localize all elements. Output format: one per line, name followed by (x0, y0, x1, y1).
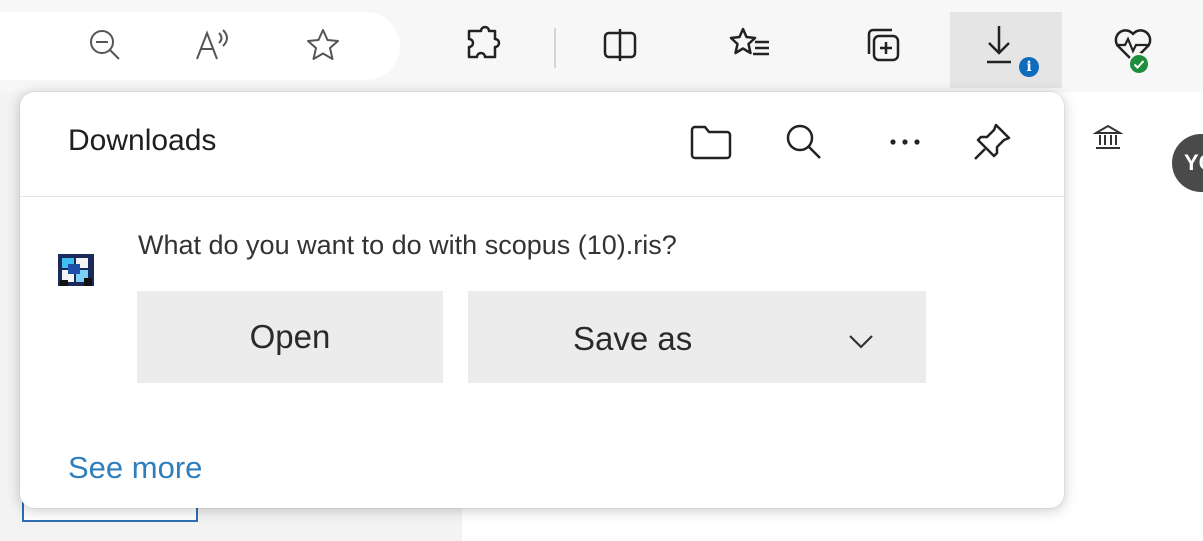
pin-downloads-button[interactable] (964, 114, 1020, 170)
more-options-button[interactable] (877, 114, 933, 170)
zoom-out-icon[interactable] (80, 20, 130, 70)
institution-icon[interactable] (1092, 122, 1124, 157)
downloads-panel-header: Downloads (20, 92, 1064, 197)
search-downloads-button[interactable] (776, 114, 832, 170)
toolbar-separator (554, 28, 556, 68)
avatar[interactable]: YC (1172, 134, 1203, 192)
see-more-link[interactable]: See more (68, 450, 202, 486)
open-folder-button[interactable] (683, 114, 739, 170)
more-icon (890, 139, 920, 145)
chevron-down-icon[interactable] (846, 323, 876, 361)
favorites-icon[interactable] (725, 20, 775, 70)
downloads-panel: Downloads What do you want to do with sc… (20, 92, 1064, 508)
browser-toolbar: i (0, 0, 1203, 92)
search-icon (786, 124, 821, 159)
folder-icon (690, 125, 732, 160)
read-aloud-icon[interactable] (188, 20, 238, 70)
favorite-star-icon[interactable] (298, 20, 348, 70)
collections-icon[interactable] (858, 20, 908, 70)
extensions-icon[interactable] (458, 20, 508, 70)
download-prompt: What do you want to do with scopus (10).… (138, 230, 677, 260)
pin-icon (974, 123, 1011, 160)
health-check-badge (1128, 53, 1150, 75)
open-button[interactable]: Open (137, 291, 443, 383)
panel-title: Downloads (68, 124, 217, 157)
save-as-button[interactable]: Save as (468, 291, 926, 383)
save-as-label: Save as (573, 320, 693, 357)
downloads-info-badge: i (1019, 57, 1039, 77)
open-button-label: Open (249, 318, 331, 355)
split-screen-icon[interactable] (595, 20, 645, 70)
ris-file-icon (54, 248, 98, 295)
